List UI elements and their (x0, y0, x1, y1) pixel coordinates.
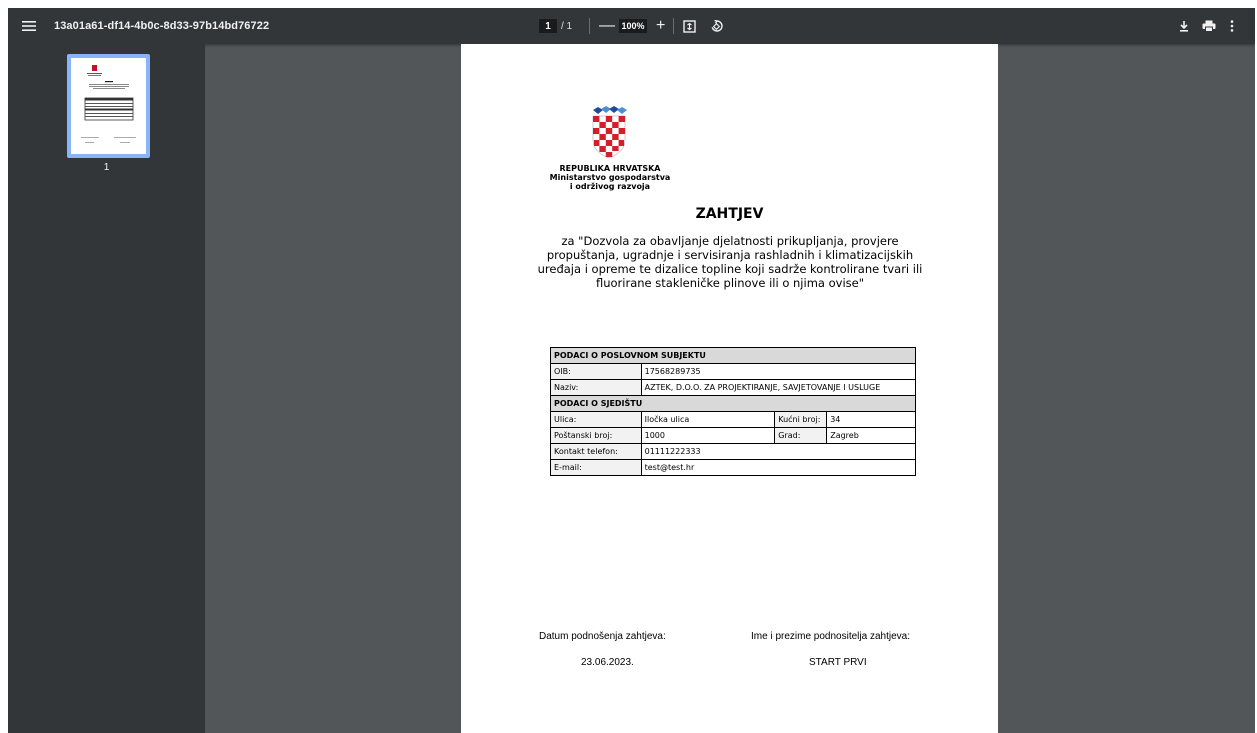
zoom-out-button[interactable]: — (599, 8, 615, 44)
more-icon[interactable] (1230, 8, 1234, 44)
phone-label: Kontakt telefon: (550, 443, 642, 460)
menu-icon[interactable] (22, 8, 38, 44)
download-icon[interactable] (1178, 8, 1190, 44)
document-title: 13a01a61-df14-4b0c-8d33-97b14bd76722 (54, 20, 270, 32)
postal-code-value: 1000 (640, 427, 776, 444)
toolbar-divider (673, 18, 674, 34)
page-number-input[interactable]: 1 (539, 19, 557, 33)
thumbnail-sidebar: 1 (8, 44, 205, 733)
document-subtitle: za "Dozvola za obavljanje djelatnosti pr… (537, 234, 923, 290)
postal-code-label: Poštanski broj: (550, 427, 642, 444)
document-heading: ZAHTJEV (695, 206, 764, 222)
section-header-seat: PODACI O SJEDIŠTU (550, 395, 916, 412)
institution-line: i održivog razvoja (569, 182, 651, 191)
zoom-level-input[interactable]: 100% (619, 19, 647, 33)
pdf-page: REPUBLIKA HRVATSKA Ministarstvo gospodar… (461, 44, 998, 733)
institution-line: REPUBLIKA HRVATSKA (559, 164, 661, 173)
croatian-coat-of-arms-icon (588, 106, 630, 160)
applicant-name-value: START PRVI (809, 657, 867, 668)
institution-line: Ministarstvo gospodarstva (549, 173, 671, 182)
table-row: Poštanski broj: 1000 Grad: Zagreb (550, 427, 916, 444)
email-label: E-mail: (550, 459, 642, 476)
institution-name: REPUBLIKA HRVATSKA Ministarstvo gospodar… (533, 164, 687, 191)
table-row: Kontakt telefon: 01111222333 (550, 443, 917, 460)
print-icon[interactable] (1202, 8, 1216, 44)
table-row: OIB: 17568289735 (550, 363, 917, 380)
applicant-name-label: Ime i prezime podnositelja zahtjeva: (751, 631, 910, 642)
email-value: test@test.hr (640, 459, 917, 476)
table-row: E-mail: test@test.hr (550, 459, 917, 476)
name-value: AZTEK, D.O.O. ZA PROJEKTIRANJE, SAVJETOV… (640, 379, 917, 396)
city-value: Zagreb (826, 427, 916, 444)
thumbnail-preview (81, 65, 136, 143)
house-number-label: Kućni broj: (774, 411, 828, 428)
submission-date-label: Datum podnošenja zahtjeva: (539, 631, 666, 642)
applicant-info-table: PODACI O POSLOVNOM SUBJEKTU OIB: 1756828… (550, 347, 917, 476)
table-row: Naziv: AZTEK, D.O.O. ZA PROJEKTIRANJE, S… (550, 379, 917, 396)
zoom-in-button[interactable]: + (656, 8, 665, 44)
street-value: Iločka ulica (640, 411, 776, 428)
table-row: PODACI O SJEDIŠTU (550, 395, 916, 412)
page-thumbnail[interactable] (67, 54, 150, 158)
viewer-toolbar: 13a01a61-df14-4b0c-8d33-97b14bd76722 1 /… (8, 8, 1255, 44)
submission-date-value: 23.06.2023. (581, 657, 634, 668)
house-number-value: 34 (826, 411, 916, 428)
city-label: Grad: (774, 427, 828, 444)
section-header-business: PODACI O POSLOVNOM SUBJEKTU (550, 347, 916, 364)
toolbar-divider (589, 18, 590, 34)
table-row: Ulica: Iločka ulica Kućni broj: 34 (550, 411, 916, 428)
thumbnail-page-number: 1 (103, 162, 110, 173)
table-row: PODACI O POSLOVNOM SUBJEKTU (550, 347, 916, 364)
name-label: Naziv: (550, 379, 642, 396)
phone-value: 01111222333 (640, 443, 917, 460)
rotate-icon[interactable] (710, 8, 724, 44)
page-total: / 1 (561, 20, 573, 32)
oib-value: 17568289735 (640, 363, 917, 380)
street-label: Ulica: (550, 411, 642, 428)
fit-page-icon[interactable] (683, 8, 696, 44)
oib-label: OIB: (550, 363, 642, 380)
pdf-viewer: 13a01a61-df14-4b0c-8d33-97b14bd76722 1 /… (8, 8, 1255, 733)
